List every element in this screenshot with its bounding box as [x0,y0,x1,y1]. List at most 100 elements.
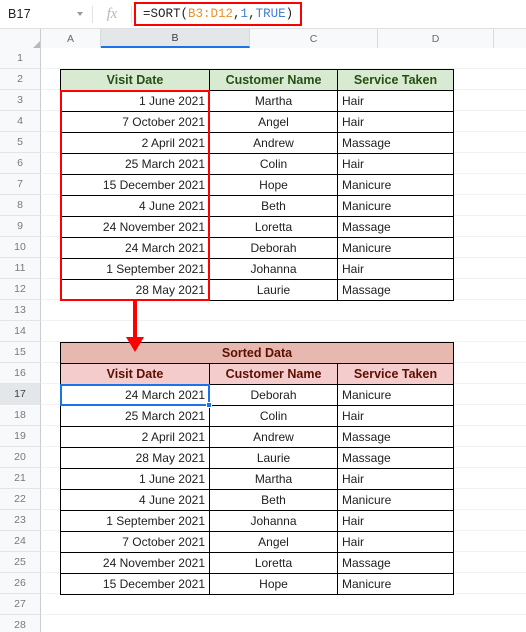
source-cell-2[interactable]: Massage [337,216,454,238]
column-header-b[interactable]: B [101,29,250,48]
sorted-header-cell-0[interactable]: Visit Date [60,363,210,385]
row-header-17[interactable]: 17 [0,384,41,405]
fill-handle[interactable] [206,402,212,408]
row-header-6[interactable]: 6 [0,153,41,174]
sorted-cell-2[interactable]: Hair [337,510,454,532]
name-box[interactable]: B17 [0,1,92,28]
row-header-9[interactable]: 9 [0,216,41,237]
source-cell-0[interactable]: 15 December 2021 [60,174,210,196]
row-header-1[interactable]: 1 [0,48,41,69]
sorted-cell-2[interactable]: Manicure [337,573,454,595]
row-header-10[interactable]: 10 [0,237,41,258]
formula-highlight-box[interactable]: =SORT(B3:D12,1,TRUE) [134,2,303,26]
source-cell-0[interactable]: 4 June 2021 [60,195,210,217]
sorted-cell-1[interactable]: Beth [209,489,338,511]
source-header-cell-0[interactable]: Visit Date [60,69,210,91]
source-cell-0[interactable]: 24 November 2021 [60,216,210,238]
column-header-d[interactable]: D [378,29,494,48]
sorted-cell-0[interactable]: 28 May 2021 [60,447,210,469]
sorted-cell-1[interactable]: Laurie [209,447,338,469]
sorted-cell-1[interactable]: Hope [209,573,338,595]
row-header-11[interactable]: 11 [0,258,41,279]
sorted-cell-0[interactable]: 7 October 2021 [60,531,210,553]
row-header-24[interactable]: 24 [0,531,41,552]
row-header-18[interactable]: 18 [0,405,41,426]
row-header-15[interactable]: 15 [0,342,41,363]
chevron-down-icon[interactable] [77,11,83,16]
source-cell-1[interactable]: Loretta [209,216,338,238]
row-header-16[interactable]: 16 [0,363,41,384]
sorted-cell-1[interactable]: Deborah [209,384,338,406]
sorted-cell-2[interactable]: Hair [337,405,454,427]
source-cell-2[interactable]: Hair [337,153,454,175]
row-header-26[interactable]: 26 [0,573,41,594]
sorted-cell-0[interactable]: 1 June 2021 [60,468,210,490]
sorted-header-cell-1[interactable]: Customer Name [209,363,338,385]
source-header-cell-2[interactable]: Service Taken [337,69,454,91]
source-cell-2[interactable]: Massage [337,279,454,301]
column-header-e[interactable] [494,29,526,48]
source-cell-1[interactable]: Hope [209,174,338,196]
source-cell-1[interactable]: Beth [209,195,338,217]
sorted-cell-2[interactable]: Manicure [337,384,454,406]
source-cell-2[interactable]: Hair [337,258,454,280]
sorted-cell-2[interactable]: Hair [337,531,454,553]
row-header-19[interactable]: 19 [0,426,41,447]
source-cell-0[interactable]: 2 April 2021 [60,132,210,154]
source-cell-0[interactable]: 1 June 2021 [60,90,210,112]
sorted-cell-0[interactable]: 25 March 2021 [60,405,210,427]
row-header-27[interactable]: 27 [0,594,41,615]
sorted-cell-1[interactable]: Johanna [209,510,338,532]
sorted-cell-1[interactable]: Angel [209,531,338,553]
sorted-cell-0[interactable]: 15 December 2021 [60,573,210,595]
source-cell-1[interactable]: Colin [209,153,338,175]
sorted-cell-1[interactable]: Loretta [209,552,338,574]
column-header-c[interactable]: C [250,29,378,48]
sorted-cell-1[interactable]: Andrew [209,426,338,448]
sorted-cell-2[interactable]: Massage [337,552,454,574]
sorted-cell-0[interactable]: 1 September 2021 [60,510,210,532]
row-header-25[interactable]: 25 [0,552,41,573]
source-cell-2[interactable]: Manicure [337,195,454,217]
source-cell-0[interactable]: 7 October 2021 [60,111,210,133]
row-header-28[interactable]: 28 [0,615,41,632]
source-cell-1[interactable]: Andrew [209,132,338,154]
sorted-cell-0[interactable]: 4 June 2021 [60,489,210,511]
source-cell-2[interactable]: Manicure [337,174,454,196]
row-header-22[interactable]: 22 [0,489,41,510]
source-header-cell-1[interactable]: Customer Name [209,69,338,91]
row-header-14[interactable]: 14 [0,321,41,342]
sorted-banner-cell[interactable]: Sorted Data [60,342,454,364]
source-cell-2[interactable]: Hair [337,90,454,112]
row-header-3[interactable]: 3 [0,90,41,111]
row-header-7[interactable]: 7 [0,174,41,195]
sorted-header-cell-2[interactable]: Service Taken [337,363,454,385]
sorted-cell-2[interactable]: Massage [337,447,454,469]
source-cell-2[interactable]: Hair [337,111,454,133]
source-cell-0[interactable]: 28 May 2021 [60,279,210,301]
sorted-cell-1[interactable]: Martha [209,468,338,490]
row-header-12[interactable]: 12 [0,279,41,300]
select-all-corner[interactable] [0,29,41,48]
row-header-8[interactable]: 8 [0,195,41,216]
source-cell-2[interactable]: Manicure [337,237,454,259]
row-header-21[interactable]: 21 [0,468,41,489]
sorted-cell-2[interactable]: Massage [337,426,454,448]
source-cell-2[interactable]: Massage [337,132,454,154]
fx-icon[interactable]: fx [93,1,131,28]
formula-input[interactable]: =SORT(B3:D12,1,TRUE) [143,7,293,21]
source-cell-1[interactable]: Martha [209,90,338,112]
sorted-cell-2[interactable]: Hair [337,468,454,490]
sorted-cell-0[interactable]: 24 March 2021 [60,384,210,406]
source-cell-0[interactable]: 1 September 2021 [60,258,210,280]
sorted-cell-1[interactable]: Colin [209,405,338,427]
row-header-13[interactable]: 13 [0,300,41,321]
sorted-cell-0[interactable]: 24 November 2021 [60,552,210,574]
sorted-cell-2[interactable]: Manicure [337,489,454,511]
sorted-cell-0[interactable]: 2 April 2021 [60,426,210,448]
row-header-2[interactable]: 2 [0,69,41,90]
source-cell-1[interactable]: Angel [209,111,338,133]
row-header-20[interactable]: 20 [0,447,41,468]
source-cell-1[interactable]: Johanna [209,258,338,280]
row-header-4[interactable]: 4 [0,111,41,132]
